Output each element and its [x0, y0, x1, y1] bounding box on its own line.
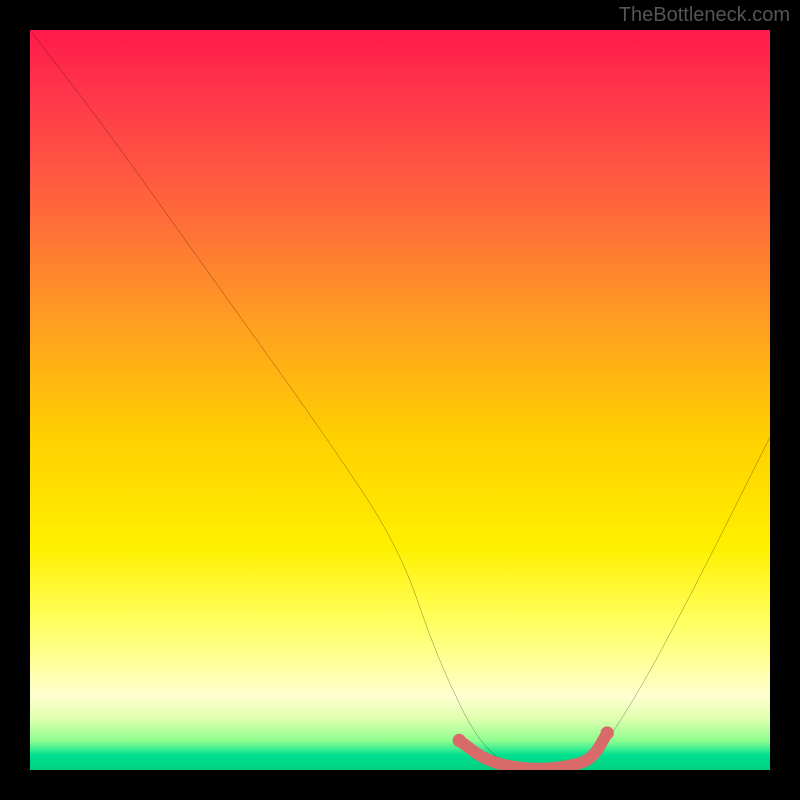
watermark-text: TheBottleneck.com: [619, 4, 790, 27]
highlight-dot-start: [453, 734, 466, 747]
bottleneck-curve-line: [30, 30, 770, 768]
optimal-range-highlight: [459, 733, 607, 769]
chart-plot-area: [30, 30, 770, 770]
highlight-dot-end: [601, 726, 614, 739]
bottleneck-chart: [30, 30, 770, 770]
